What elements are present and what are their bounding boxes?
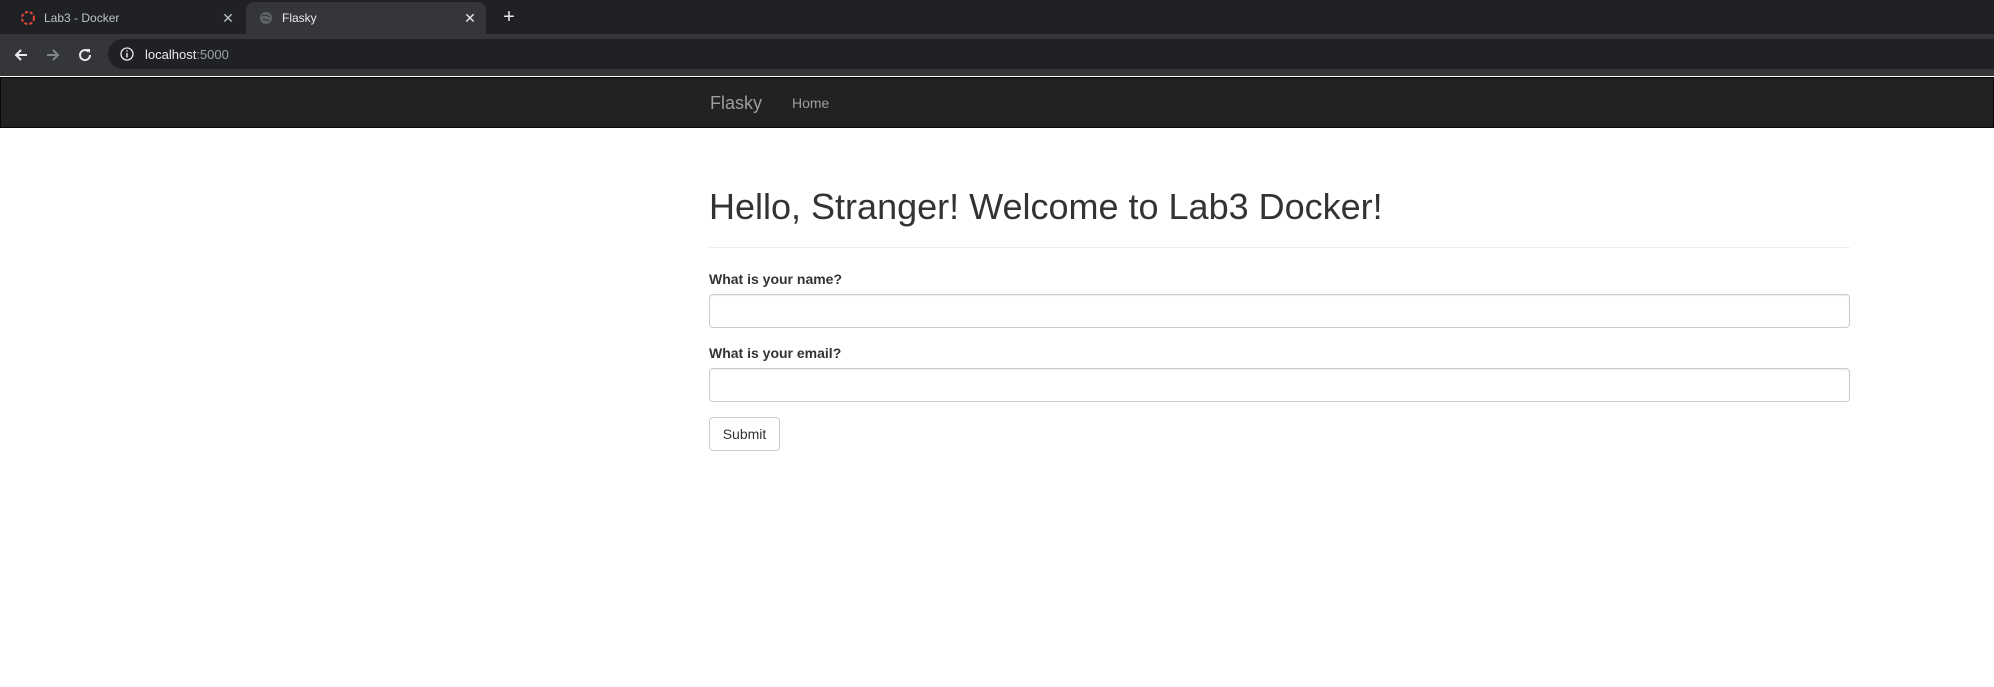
arrow-left-icon <box>14 49 27 61</box>
tab-title: Lab3 - Docker <box>44 11 120 25</box>
arrow-right-icon <box>47 49 60 61</box>
reload-icon <box>79 49 92 62</box>
url-text: localhost:5000 <box>145 47 229 62</box>
url-port: :5000 <box>196 46 229 62</box>
navbar-brand[interactable]: Flasky <box>710 93 762 114</box>
submit-button[interactable]: Submit <box>709 417 780 451</box>
header-divider <box>709 247 1850 248</box>
close-icon[interactable]: ✕ <box>220 10 236 26</box>
address-bar[interactable]: localhost:5000 <box>108 39 1994 69</box>
nav-link-home[interactable]: Home <box>792 95 829 111</box>
new-tab-button[interactable]: + <box>499 7 519 27</box>
close-icon[interactable]: ✕ <box>462 10 478 26</box>
forward-button[interactable] <box>41 43 65 67</box>
reload-button[interactable] <box>73 43 97 67</box>
email-label: What is your email? <box>709 345 842 361</box>
email-input[interactable] <box>709 368 1850 402</box>
page-title: Hello, Stranger! Welcome to Lab3 Docker! <box>709 186 1383 227</box>
info-icon[interactable] <box>119 46 135 62</box>
url-host: localhost <box>145 46 197 62</box>
browser-toolbar: localhost:5000 <box>0 34 1994 76</box>
name-label: What is your name? <box>709 271 843 287</box>
site-navbar: Flasky Home <box>0 77 1994 128</box>
tab-title: Flasky <box>282 11 317 25</box>
browser-tab-strip: Lab3 - Docker ✕ Flasky ✕ + <box>0 0 1994 34</box>
browser-tab[interactable]: Lab3 - Docker ✕ <box>8 2 244 34</box>
name-input[interactable] <box>709 294 1850 328</box>
docker-loading-icon <box>20 10 36 26</box>
globe-icon <box>258 10 274 26</box>
back-button[interactable] <box>9 43 33 67</box>
browser-tab-active[interactable]: Flasky ✕ <box>246 2 486 34</box>
